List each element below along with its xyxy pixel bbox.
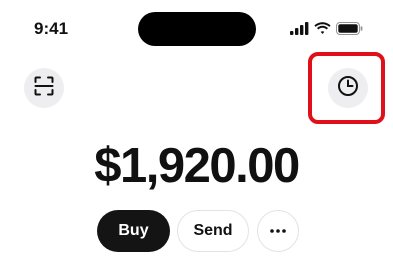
balance-amount: $1,920.00	[94, 139, 300, 193]
clock-history-icon	[337, 75, 359, 102]
wifi-icon	[314, 21, 331, 35]
more-options-button[interactable]	[257, 210, 299, 252]
dynamic-island	[138, 12, 256, 46]
ellipsis-icon	[270, 229, 286, 233]
battery-icon	[336, 21, 363, 35]
cellular-signal-icon	[290, 21, 309, 35]
wallet-home-screen: 9:41 $1,920.00 Buy Send	[0, 0, 393, 266]
history-button[interactable]	[328, 68, 368, 108]
send-button-label: Send	[193, 222, 233, 239]
status-icons	[290, 20, 363, 36]
buy-button-label: Buy	[118, 222, 149, 239]
scan-button[interactable]	[24, 68, 64, 108]
buy-button[interactable]: Buy	[97, 210, 170, 252]
scan-qr-icon	[34, 76, 54, 101]
action-row: Buy Send	[0, 210, 393, 252]
status-time: 9:41	[34, 19, 69, 38]
send-button[interactable]: Send	[177, 210, 249, 252]
